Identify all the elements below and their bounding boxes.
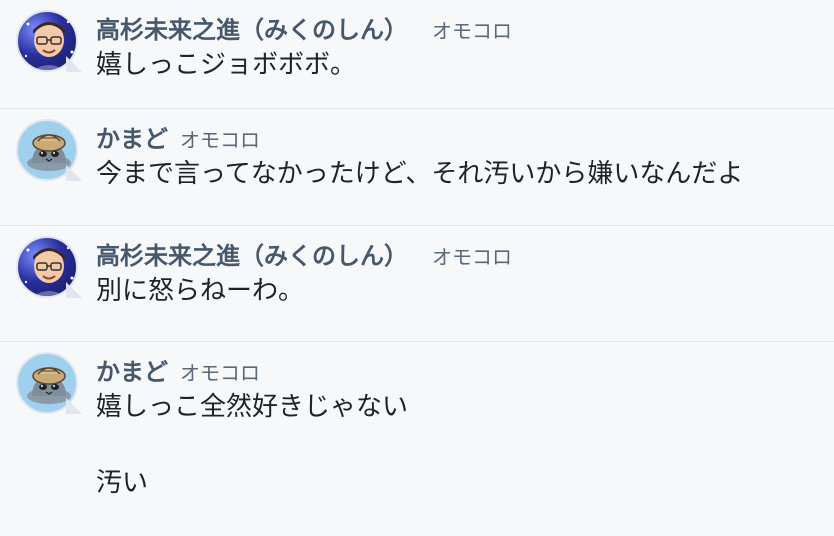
message-body: かまど オモコロ 今まで言ってなかったけど、それ汚いから嫌いなんだよ bbox=[96, 119, 818, 225]
avatar-tail bbox=[66, 56, 82, 72]
message-body: かまど オモコロ 嬉しっこ全然好きじゃない 汚い bbox=[96, 352, 818, 536]
author-tag: オモコロ bbox=[180, 128, 260, 152]
author-tag: オモコロ bbox=[180, 361, 260, 385]
message-item: 高杉未来之進（みくのしん） オモコロ 嬉しっこジョボボボ。 bbox=[0, 0, 834, 109]
message-text: 今まで言ってなかったけど、それ汚いから嫌いなんだよ bbox=[96, 159, 744, 189]
avatar[interactable] bbox=[16, 10, 82, 74]
message-timeline: 高杉未来之進（みくのしん） オモコロ 嬉しっこジョボボボ。 かまど オモコロ 今… bbox=[0, 0, 834, 536]
author-tag: オモコロ bbox=[432, 245, 512, 269]
avatar[interactable] bbox=[16, 236, 82, 300]
message-item: 高杉未来之進（みくのしん） オモコロ 別に怒らねーわ。 bbox=[0, 226, 834, 342]
author-tag: オモコロ bbox=[432, 19, 512, 43]
message-header: かまど オモコロ bbox=[96, 119, 818, 153]
author-name[interactable]: 高杉未来之進（みくのしん） bbox=[96, 10, 408, 45]
message-text: 嬉しっこジョボボボ。 bbox=[96, 50, 357, 80]
avatar[interactable] bbox=[16, 352, 82, 416]
message-body: 高杉未来之進（みくのしん） オモコロ 別に怒らねーわ。 bbox=[96, 236, 818, 341]
author-name[interactable]: 高杉未来之進（みくのしん） bbox=[96, 236, 408, 271]
message-header: 高杉未来之進（みくのしん） オモコロ bbox=[96, 236, 818, 270]
message-body: 高杉未来之進（みくのしん） オモコロ 嬉しっこジョボボボ。 bbox=[96, 10, 818, 108]
avatar[interactable] bbox=[16, 119, 82, 183]
message-text: 嬉しっこ全然好きじゃない 汚い bbox=[96, 392, 409, 498]
author-name[interactable]: かまど bbox=[96, 352, 168, 387]
message-header: 高杉未来之進（みくのしん） オモコロ bbox=[96, 10, 818, 44]
message-header: かまど オモコロ bbox=[96, 352, 818, 386]
message-text: 別に怒らねーわ。 bbox=[96, 276, 305, 306]
author-name[interactable]: かまど bbox=[96, 119, 168, 154]
message-item: かまど オモコロ 嬉しっこ全然好きじゃない 汚い bbox=[0, 342, 834, 536]
message-item: かまど オモコロ 今まで言ってなかったけど、それ汚いから嫌いなんだよ bbox=[0, 109, 834, 226]
